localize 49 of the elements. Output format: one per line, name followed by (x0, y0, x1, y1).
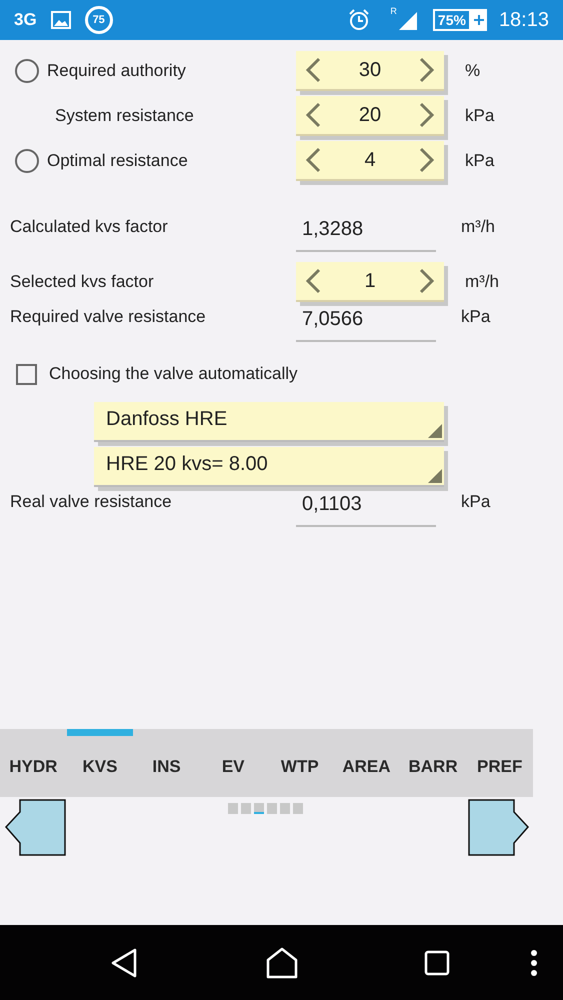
tab[interactable]: EV (200, 729, 266, 797)
field-label: Selected kvs factor (10, 270, 154, 293)
unit-label: m³/h (465, 270, 499, 293)
recent-apps-icon[interactable] (424, 950, 450, 976)
tab[interactable]: HYDR (0, 729, 67, 797)
field-label: Required authority (47, 60, 186, 82)
unit-label: % (465, 60, 480, 82)
tab[interactable]: AREA (333, 729, 400, 797)
radio-button[interactable] (15, 58, 39, 82)
tab[interactable]: KVS (66, 729, 134, 797)
back-icon[interactable] (110, 948, 138, 978)
previous-arrow-button[interactable] (4, 799, 66, 856)
next-arrow-button[interactable] (468, 799, 530, 856)
field-label: Real valve resistance (10, 491, 172, 513)
field-label: Required valve resistance (10, 306, 206, 328)
field-label: Optimal resistance (47, 150, 188, 172)
roaming-indicator: R (390, 5, 397, 18)
field-label: System resistance (55, 104, 194, 127)
unit-label: kPa (461, 306, 490, 328)
unit-label: m³/h (461, 216, 495, 238)
radio-button[interactable] (15, 148, 39, 172)
value-field: 7,0566 (296, 304, 436, 342)
value-field: 1,3288 (296, 214, 436, 252)
tab[interactable]: PREF (466, 729, 533, 797)
notification-badge: 75 (84, 6, 113, 34)
unit-label: kPa (465, 150, 494, 172)
network-indicator: 3G (14, 9, 37, 32)
dropdown-arrow-icon (428, 424, 442, 438)
tab[interactable]: INS (133, 729, 200, 797)
dropdown-arrow-icon (428, 468, 442, 482)
clock: 18:13 (498, 8, 549, 33)
image-icon (50, 11, 71, 29)
tab[interactable]: WTP (266, 729, 334, 797)
field-label: Calculated kvs factor (10, 216, 168, 238)
checkbox[interactable] (16, 364, 37, 384)
checkbox-label: Choosing the valve automatically (49, 363, 299, 386)
alarm-icon (348, 9, 370, 31)
home-icon[interactable] (266, 946, 298, 978)
spinner-value: 30 (358, 58, 382, 82)
value-field: 0,1103 (296, 489, 436, 527)
plus-icon (470, 9, 487, 31)
unit-label: kPa (461, 491, 490, 513)
spinner-value: 20 (358, 102, 382, 128)
more-options-icon[interactable] (530, 948, 538, 976)
unit-label: kPa (465, 104, 494, 127)
battery-indicator: 75% (432, 9, 471, 31)
spinner-value: 1 (364, 268, 376, 294)
spinner-value: 4 (364, 148, 376, 172)
tab[interactable]: BARR (400, 729, 466, 797)
